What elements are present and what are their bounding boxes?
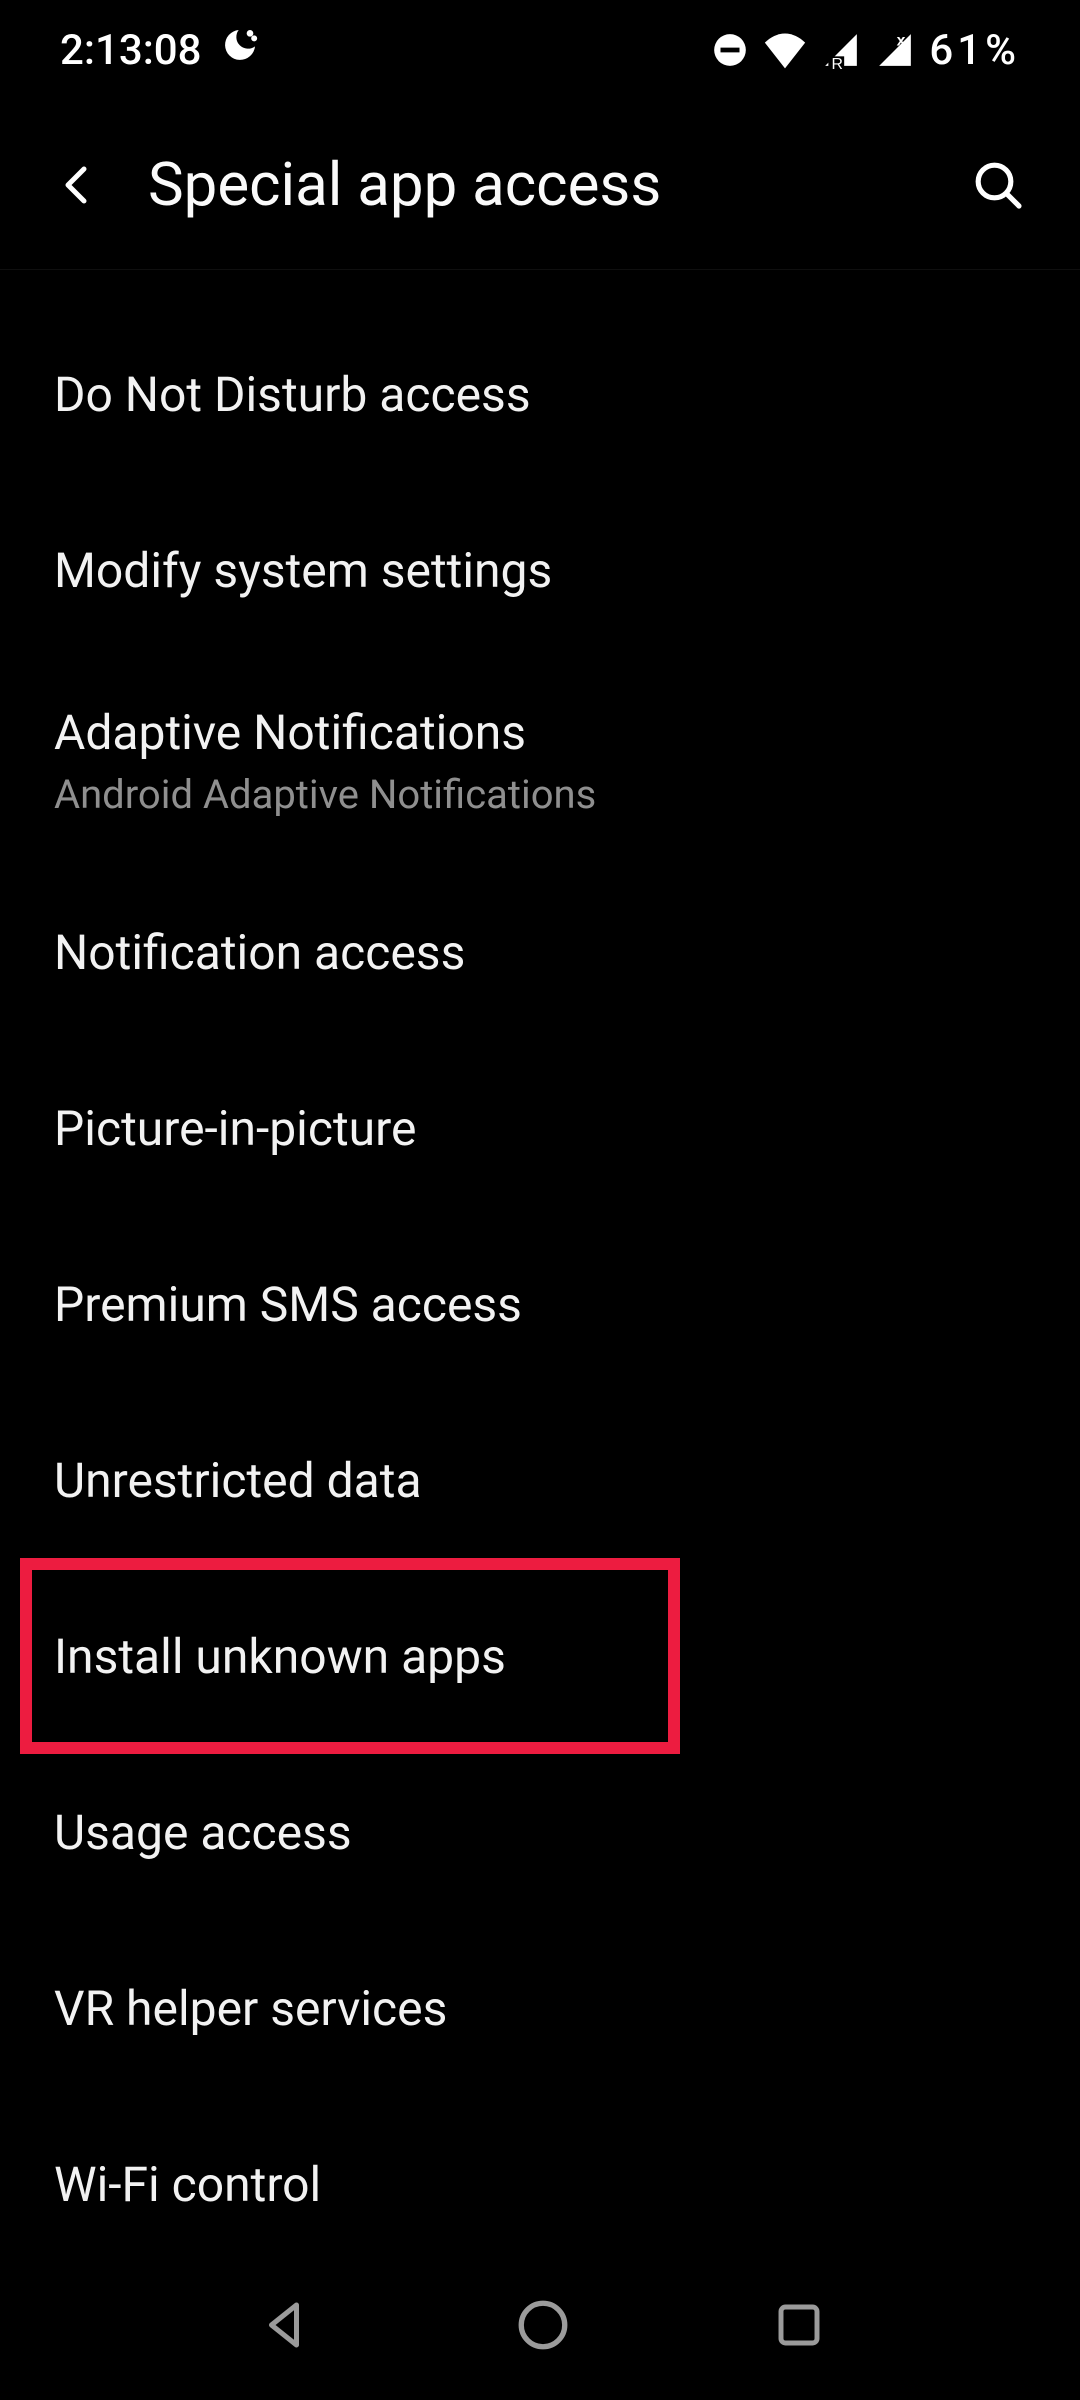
signal-roaming-icon: R (821, 31, 861, 69)
list-item-label: VR helper services (54, 1980, 1026, 2037)
list-item-notification-access[interactable]: Notification access (0, 864, 1080, 1040)
list-item-label: Unrestricted data (54, 1452, 1026, 1509)
list-item-label: Install unknown apps (54, 1628, 1026, 1685)
list-item-label: Usage access (54, 1804, 1026, 1861)
list-item-adaptive-notifications[interactable]: Adaptive Notifications Android Adaptive … (0, 658, 1080, 864)
list-item-sublabel: Android Adaptive Notifications (54, 771, 1026, 818)
nav-recents-button[interactable] (772, 2298, 826, 2352)
page-title: Special app access (148, 149, 970, 220)
list-item-label: Modify system settings (54, 542, 1026, 599)
status-right: R x 61% (711, 26, 1020, 75)
list-item-picture-in-picture[interactable]: Picture-in-picture (0, 1040, 1080, 1216)
nav-back-button[interactable] (254, 2295, 314, 2355)
list-item-label: Picture-in-picture (54, 1100, 1026, 1157)
nav-home-button[interactable] (514, 2296, 572, 2354)
search-button[interactable] (970, 157, 1026, 213)
status-bar: 2:13:08 R x 61% (0, 0, 1080, 100)
wifi-icon (763, 31, 807, 69)
list-item-install-unknown-apps[interactable]: Install unknown apps (0, 1568, 1080, 1744)
status-time: 2:13:08 (60, 26, 202, 75)
battery-percent: 61% (929, 26, 1020, 75)
list-item-label: Do Not Disturb access (54, 366, 1026, 423)
svg-text:R: R (832, 56, 843, 69)
list-item-label: Notification access (54, 924, 1026, 981)
list-item-label: Wi-Fi control (54, 2156, 1026, 2213)
svg-text:x: x (897, 32, 906, 49)
list-item-unrestricted-data[interactable]: Unrestricted data (0, 1392, 1080, 1568)
app-bar: Special app access (0, 100, 1080, 270)
bedtime-icon (220, 25, 260, 76)
list-item-usage-access[interactable]: Usage access (0, 1744, 1080, 1920)
list-item-label: Premium SMS access (54, 1276, 1026, 1333)
list-item-vr-helper[interactable]: VR helper services (0, 1920, 1080, 2096)
back-button[interactable] (54, 161, 102, 209)
list-item-wifi-control[interactable]: Wi-Fi control (0, 2096, 1080, 2272)
settings-list: Do Not Disturb access Modify system sett… (0, 270, 1080, 2272)
dnd-icon (711, 31, 749, 69)
list-item-premium-sms[interactable]: Premium SMS access (0, 1216, 1080, 1392)
list-item-label: Adaptive Notifications (54, 704, 1026, 761)
list-item-modify-system[interactable]: Modify system settings (0, 482, 1080, 658)
list-item-dnd-access[interactable]: Do Not Disturb access (0, 306, 1080, 482)
navigation-bar (0, 2250, 1080, 2400)
signal-x-icon: x (875, 31, 915, 69)
status-left: 2:13:08 (60, 25, 260, 76)
